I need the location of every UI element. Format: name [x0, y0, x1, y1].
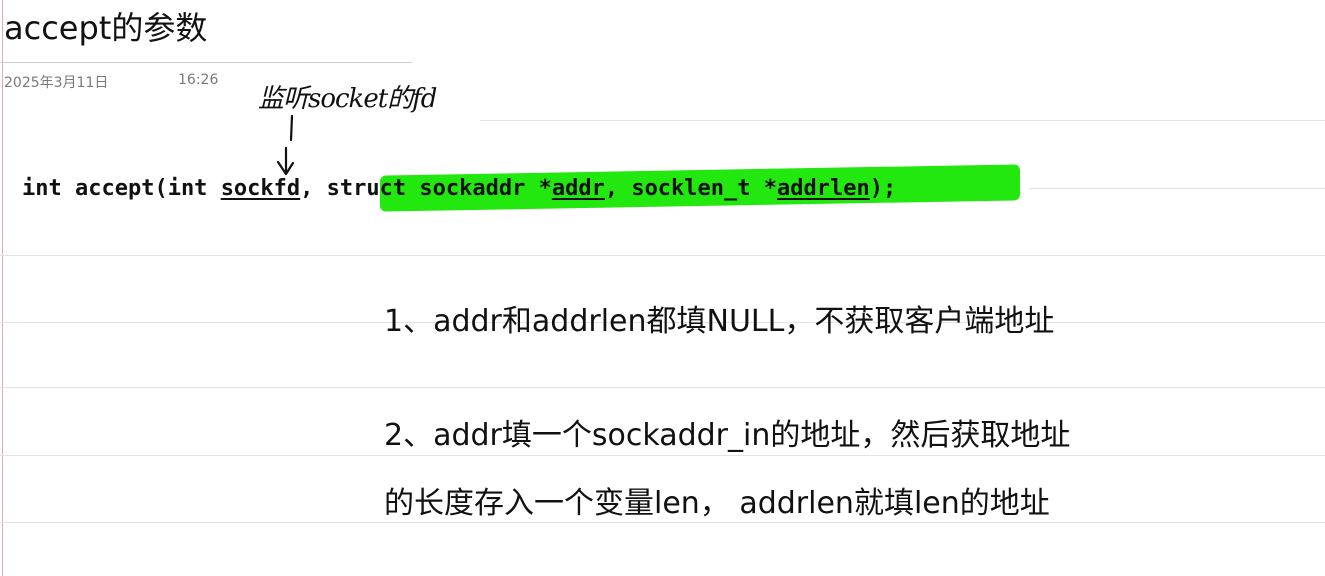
point-2-text-line2[interactable]: 的长度存入一个变量len， addrlen就填len的地址 — [384, 482, 1050, 526]
page-title[interactable]: accept的参数 — [4, 6, 207, 50]
point-1-text[interactable]: 1、addr和addrlen都填NULL，不获取客户端地址 — [384, 300, 1054, 344]
ruled-line — [0, 387, 1325, 388]
code-param-addrlen: addrlen — [777, 176, 870, 201]
code-prefix: int accept(int — [22, 176, 221, 201]
point-2-text-line1[interactable]: 2、addr填一个sockaddr_in的地址，然后获取地址 — [384, 414, 1070, 458]
ruled-line — [0, 255, 1325, 256]
code-separator: , — [300, 176, 327, 201]
note-time: 16:26 — [178, 72, 219, 88]
accept-signature[interactable]: int accept(int sockfd, struct sockaddr *… — [22, 170, 896, 210]
code-highlight-part1: struct sockaddr * — [326, 176, 552, 201]
note-date: 2025年3月11日 — [4, 75, 109, 91]
code-param-sockfd: sockfd — [220, 176, 301, 201]
page-margin-line — [2, 0, 3, 576]
code-suffix: ); — [869, 176, 897, 201]
ruled-line — [480, 120, 1325, 121]
title-divider — [0, 62, 412, 63]
code-param-addr: addr — [551, 176, 605, 201]
handwritten-annotation: 监听socket的fd — [258, 78, 488, 178]
code-highlight-part2: , socklen_t * — [604, 176, 778, 201]
down-arrow-icon — [276, 114, 295, 176]
ruled-line — [1030, 188, 1325, 189]
